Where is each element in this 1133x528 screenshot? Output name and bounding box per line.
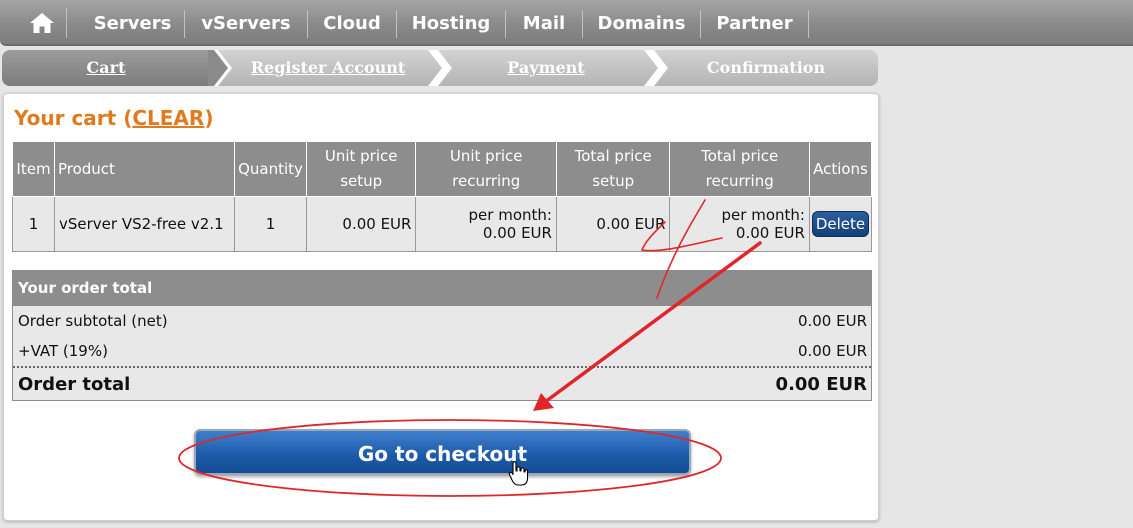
order-total-row: Order total 0.00 EUR — [13, 366, 871, 400]
col-item: Item — [12, 141, 55, 197]
top-navigation: Servers vServers Cloud Hosting Mail Doma… — [0, 0, 1133, 46]
nav-item-mail[interactable]: Mail — [506, 10, 583, 38]
col-unit-price-recurring: Unit price recurring — [415, 141, 557, 197]
checkout-steps: Cart Register Account Payment Confirmati… — [2, 50, 878, 86]
vat-row: +VAT (19%) 0.00 EUR — [13, 336, 871, 366]
clear-cart-link[interactable]: CLEAR — [132, 106, 204, 130]
nav-item-vservers[interactable]: vServers — [185, 10, 308, 38]
row-product: vServer VS2-free v2.1 — [53, 196, 236, 252]
vat-value: 0.00 EUR — [797, 342, 867, 360]
col-total-price-recurring: Total price recurring — [669, 141, 810, 197]
col-actions: Actions — [808, 141, 873, 197]
nav-item-hosting[interactable]: Hosting — [397, 10, 506, 38]
row-item-number: 1 — [12, 196, 55, 252]
subtotal-label: Order subtotal (net) — [18, 312, 168, 330]
row-unit-recurring: per month: 0.00 EUR — [415, 196, 557, 252]
order-totals-heading: Your order total — [13, 271, 871, 306]
row-quantity: 1 — [234, 196, 307, 252]
step-payment[interactable]: Payment — [448, 50, 644, 86]
total-recurring-period: per month: — [721, 206, 805, 224]
nav-item-cloud[interactable]: Cloud — [308, 10, 397, 38]
subtotal-value: 0.00 EUR — [797, 312, 867, 330]
row-total-setup: 0.00 EUR — [555, 196, 671, 252]
total-recurring-value: 0.00 EUR — [735, 224, 805, 242]
order-totals: Your order total Order subtotal (net) 0.… — [12, 270, 872, 401]
table-row: 1 vServer VS2-free v2.1 1 0.00 EUR per m… — [12, 196, 873, 252]
step-register-account[interactable]: Register Account — [228, 50, 428, 86]
col-quantity: Quantity — [234, 141, 307, 197]
table-header-row: Item Product Quantity Unit price setup U… — [12, 141, 873, 197]
home-icon — [29, 13, 54, 33]
nav-item-domains[interactable]: Domains — [583, 10, 701, 38]
row-unit-setup: 0.00 EUR — [305, 196, 417, 252]
home-button[interactable] — [17, 8, 67, 38]
col-product: Product — [53, 141, 236, 197]
col-unit-price-setup: Unit price setup — [305, 141, 417, 197]
nav-item-servers[interactable]: Servers — [81, 10, 185, 38]
step-cart[interactable]: Cart — [2, 50, 210, 86]
cart-panel: Your cart (CLEAR) Item Product Quantity … — [3, 93, 879, 521]
order-total-label: Order total — [18, 374, 131, 395]
cart-title: Your cart (CLEAR) — [14, 106, 214, 130]
col-total-price-setup: Total price setup — [555, 141, 671, 197]
go-to-checkout-button[interactable]: Go to checkout — [194, 429, 691, 475]
row-total-recurring: per month: 0.00 EUR — [669, 196, 810, 252]
cart-table: Item Product Quantity Unit price setup U… — [12, 141, 873, 252]
order-total-value: 0.00 EUR — [775, 374, 867, 395]
unit-recurring-period: per month: — [468, 206, 552, 224]
delete-button[interactable]: Delete — [811, 211, 870, 237]
nav-item-partner[interactable]: Partner — [701, 10, 809, 38]
unit-recurring-value: 0.00 EUR — [482, 224, 552, 242]
subtotal-row: Order subtotal (net) 0.00 EUR — [13, 306, 871, 336]
row-actions: Delete — [808, 196, 873, 252]
vat-label: +VAT (19%) — [18, 342, 108, 360]
step-confirmation: Confirmation — [706, 58, 826, 77]
